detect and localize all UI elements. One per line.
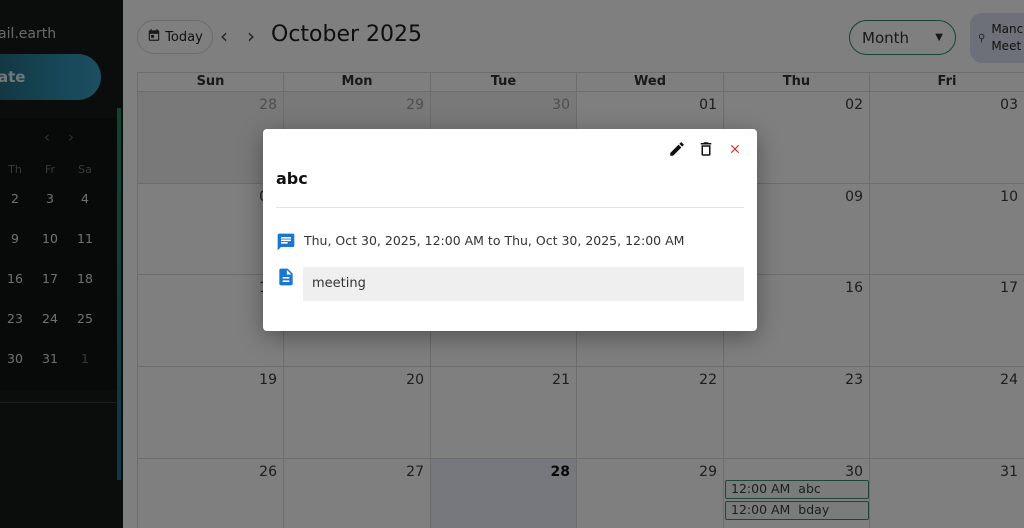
- event-description: meeting: [303, 267, 744, 301]
- event-time-range: Thu, Oct 30, 2025, 12:00 AM to Thu, Oct …: [304, 233, 685, 248]
- dialog-actions: [667, 139, 745, 159]
- delete-icon[interactable]: [696, 139, 716, 159]
- close-icon[interactable]: [725, 139, 745, 159]
- edit-icon[interactable]: [667, 139, 687, 159]
- dialog-divider: [276, 207, 744, 208]
- document-icon: [276, 267, 296, 287]
- event-details-dialog: abc Thu, Oct 30, 2025, 12:00 AM to Thu, …: [263, 129, 757, 331]
- chat-icon: [276, 232, 296, 252]
- event-title-heading: abc: [276, 169, 308, 188]
